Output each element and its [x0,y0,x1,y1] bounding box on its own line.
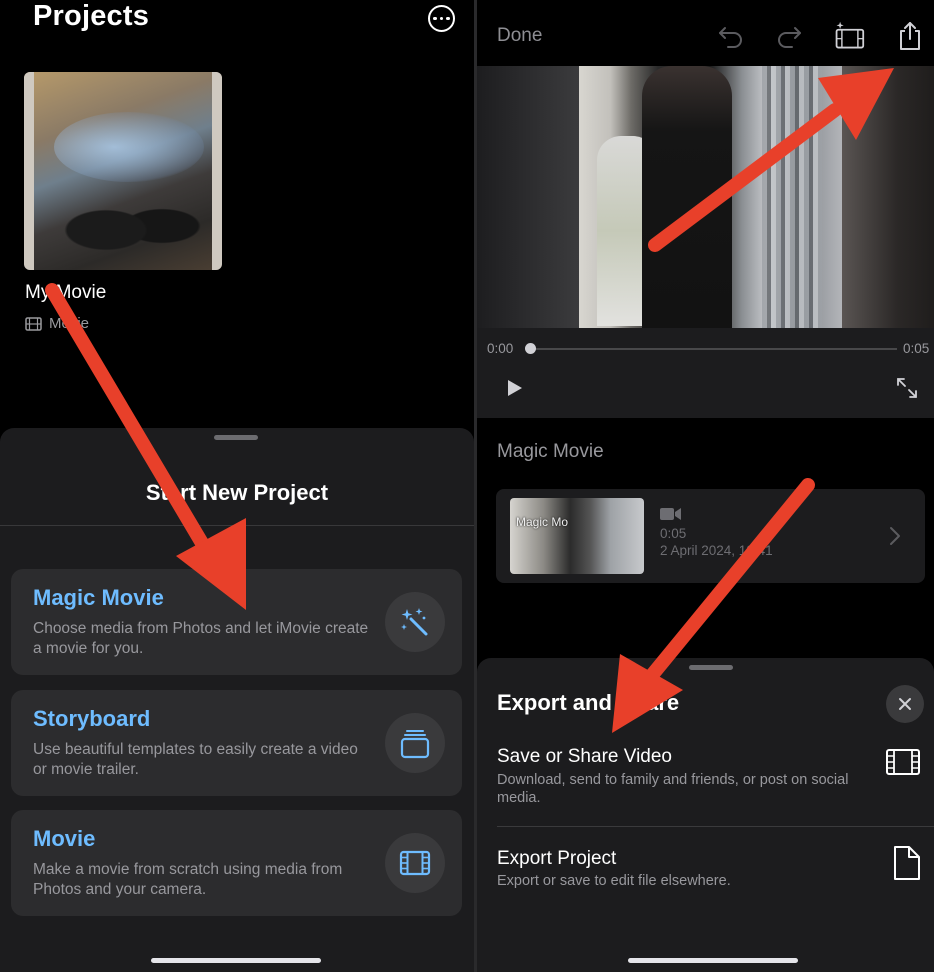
expand-icon[interactable] [895,376,919,400]
project-type-label: Movie [49,315,90,332]
chevron-right-icon [890,527,900,545]
video-preview[interactable] [477,66,934,328]
more-options-icon[interactable] [428,5,455,32]
stack-icon [385,713,445,773]
project-type: Movie [25,315,89,332]
home-indicator[interactable] [628,958,798,963]
option-movie[interactable]: Movie Make a movie from scratch using me… [11,810,462,916]
divider [497,826,934,827]
clip-card[interactable]: Magic Mo 0:05 2 April 2024, 12:41 [496,489,925,583]
scrub-knob[interactable] [525,343,536,354]
editor-screen: Done 0:00 0:05 Magic Movie Magic Mo 0:05… [477,0,934,972]
sheet-grabber[interactable] [214,435,258,440]
video-camera-icon [660,508,681,520]
option-storyboard[interactable]: Storyboard Use beautiful templates to ea… [11,690,462,796]
section-label: Magic Movie [497,441,604,462]
export-project-button[interactable]: Export Project [497,848,616,870]
film-icon [25,316,42,331]
option-title: Magic Movie [33,585,164,610]
row-description: Download, send to family and friends, or… [497,772,849,806]
play-icon[interactable] [504,378,524,398]
undo-icon[interactable] [715,20,747,52]
project-thumbnail[interactable] [24,72,222,270]
project-name[interactable]: My Movie [25,282,106,304]
sheet-title: Start New Project [145,480,329,505]
sheet-grabber[interactable] [689,665,733,670]
document-icon [894,846,920,880]
option-description: Choose media from Photos and let iMovie … [33,620,369,657]
film-effects-icon[interactable] [833,20,865,52]
option-title: Movie [33,826,96,851]
page-title: Projects [33,0,150,32]
player-controls: 0:00 0:05 [477,328,934,418]
clip-duration: 0:05 [660,526,687,541]
option-description: Make a movie from scratch using media fr… [33,861,343,898]
clip-meta: 0:05 2 April 2024, 12:41 [660,507,773,559]
film-icon [385,833,445,893]
option-description: Use beautiful templates to easily create… [33,741,358,778]
scrub-track[interactable] [531,348,897,350]
duration: 0:05 [903,341,930,356]
projects-screen: Projects My Movie Movie Start New Projec… [0,0,474,972]
close-icon[interactable] [886,685,924,723]
clip-date: 2 April 2024, 12:41 [660,543,773,558]
clip-thumb-text: Magic Mo [516,515,569,529]
done-button[interactable]: Done [497,25,542,47]
option-title: Storyboard [33,706,151,731]
redo-icon[interactable] [773,20,805,52]
clip-thumbnail: Magic Mo [510,498,644,574]
row-description: Export or save to edit file elsewhere. [497,873,731,889]
start-new-project-sheet: Start New Project Magic Movie Choose med… [0,428,474,972]
export-share-sheet: Export and Share Save or Share Video Dow… [477,658,934,972]
sheet-title: Export and Share [497,690,680,715]
home-indicator[interactable] [151,958,321,963]
film-icon [886,749,920,775]
save-share-video-button[interactable]: Save or Share Video [497,746,672,768]
divider [0,525,474,526]
magic-wand-icon [385,592,445,652]
current-time: 0:00 [487,341,514,356]
share-icon[interactable] [894,20,926,52]
option-magic-movie[interactable]: Magic Movie Choose media from Photos and… [11,569,462,675]
